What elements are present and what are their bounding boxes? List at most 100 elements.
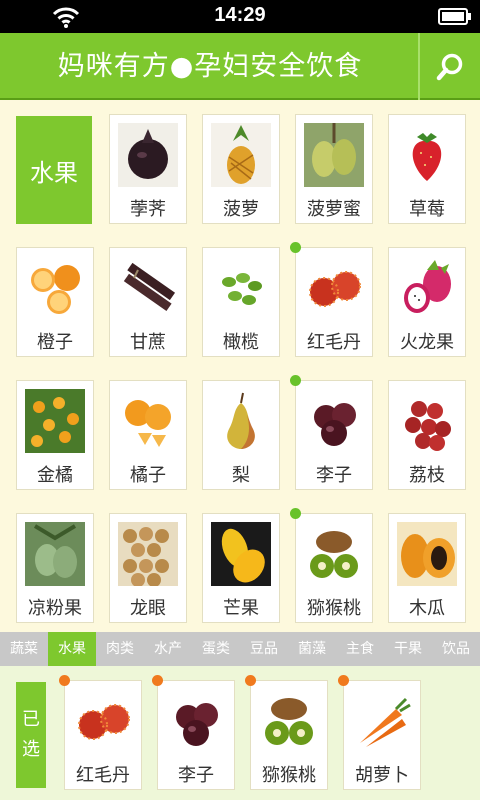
strawberry-image bbox=[397, 123, 457, 187]
search-icon bbox=[436, 53, 463, 80]
selected-marker-dot bbox=[290, 375, 301, 386]
kiwi-image bbox=[304, 522, 364, 586]
tab-0[interactable]: 蔬菜 bbox=[0, 632, 48, 666]
food-name: 橙子 bbox=[37, 332, 73, 353]
food-name: 甘蔗 bbox=[130, 332, 166, 353]
food-name: 猕猴桃 bbox=[307, 598, 361, 619]
rambutan-image bbox=[73, 689, 133, 753]
selected-marker-dot bbox=[59, 675, 70, 686]
app-header: 妈咪有方●孕妇安全饮食 bbox=[0, 33, 480, 100]
food-card[interactable]: 猕猴桃 bbox=[295, 513, 373, 623]
food-card[interactable]: 橙子 bbox=[16, 247, 94, 357]
papaya-image bbox=[397, 522, 457, 586]
food-name: 橘子 bbox=[130, 465, 166, 486]
food-name: 红毛丹 bbox=[76, 765, 130, 786]
food-name: 胡萝卜 bbox=[355, 765, 409, 786]
food-card[interactable]: 荸荠 bbox=[109, 114, 187, 224]
selected-food-card[interactable]: 李子 bbox=[157, 680, 235, 790]
food-card[interactable]: 菠萝蜜 bbox=[295, 114, 373, 224]
dragon-fruit-image bbox=[397, 256, 457, 320]
food-name: 红毛丹 bbox=[307, 332, 361, 353]
food-name: 荸荠 bbox=[130, 199, 166, 220]
tab-9[interactable]: 饮品 bbox=[432, 632, 480, 666]
selected-marker-dot bbox=[290, 242, 301, 253]
tab-6[interactable]: 菌藻 bbox=[288, 632, 336, 666]
food-name: 菠萝蜜 bbox=[307, 199, 361, 220]
status-time: 14:29 bbox=[214, 4, 266, 26]
tangerine-image bbox=[118, 389, 178, 453]
selected-marker-dot bbox=[338, 675, 349, 686]
selected-food-card[interactable]: 胡萝卜 bbox=[343, 680, 421, 790]
selected-food-card[interactable]: 红毛丹 bbox=[64, 680, 142, 790]
food-card[interactable]: 荔枝 bbox=[388, 380, 466, 490]
tab-4[interactable]: 蛋类 bbox=[192, 632, 240, 666]
rambutan-image bbox=[304, 256, 364, 320]
food-card[interactable]: 火龙果 bbox=[388, 247, 466, 357]
kumquat-image bbox=[25, 389, 85, 453]
page-title: 妈咪有方●孕妇安全饮食 bbox=[57, 51, 363, 82]
battery-icon bbox=[438, 8, 471, 25]
food-card[interactable]: 李子 bbox=[295, 380, 373, 490]
food-card[interactable]: 金橘 bbox=[16, 380, 94, 490]
food-name: 芒果 bbox=[223, 598, 259, 619]
jackfruit-image bbox=[304, 123, 364, 187]
tab-8[interactable]: 干果 bbox=[384, 632, 432, 666]
selected-marker-dot bbox=[290, 508, 301, 519]
food-card[interactable]: 橄榄 bbox=[202, 247, 280, 357]
selected-food-card[interactable]: 猕猴桃 bbox=[250, 680, 328, 790]
orange-image bbox=[25, 256, 85, 320]
food-name: 金橘 bbox=[37, 465, 73, 486]
selected-label: 已 选 bbox=[16, 682, 46, 788]
food-name: 李子 bbox=[178, 765, 214, 786]
kiwi-image bbox=[259, 689, 319, 753]
carrot-image bbox=[352, 689, 412, 753]
food-name: 草莓 bbox=[409, 199, 445, 220]
food-card[interactable]: 龙眼 bbox=[109, 513, 187, 623]
tab-5[interactable]: 豆品 bbox=[240, 632, 288, 666]
food-card[interactable]: 草莓 bbox=[388, 114, 466, 224]
jelly-fig-image bbox=[25, 522, 85, 586]
selected-tray: 已 选 红毛丹 李子 猕猴桃 胡萝卜 bbox=[0, 666, 480, 800]
food-card[interactable]: 甘蔗 bbox=[109, 247, 187, 357]
food-name: 荔枝 bbox=[409, 465, 445, 486]
plum-image bbox=[304, 389, 364, 453]
tab-1[interactable]: 水果 bbox=[48, 632, 96, 666]
food-name: 梨 bbox=[232, 465, 250, 486]
food-card[interactable]: 橘子 bbox=[109, 380, 187, 490]
plum-image bbox=[166, 689, 226, 753]
food-card[interactable]: 梨 bbox=[202, 380, 280, 490]
food-card[interactable]: 凉粉果 bbox=[16, 513, 94, 623]
lychee-image bbox=[397, 389, 457, 453]
longan-image bbox=[118, 522, 178, 586]
food-name: 菠萝 bbox=[223, 199, 259, 220]
food-name: 橄榄 bbox=[223, 332, 259, 353]
food-name: 火龙果 bbox=[400, 332, 454, 353]
food-name: 李子 bbox=[316, 465, 352, 486]
tab-3[interactable]: 水产 bbox=[144, 632, 192, 666]
food-card[interactable]: 木瓜 bbox=[388, 513, 466, 623]
food-card[interactable]: 芒果 bbox=[202, 513, 280, 623]
selected-label-char: 已 bbox=[22, 709, 40, 730]
selected-label-char: 选 bbox=[22, 739, 40, 760]
pineapple-image bbox=[211, 123, 271, 187]
food-name: 龙眼 bbox=[130, 598, 166, 619]
olive-image bbox=[211, 256, 271, 320]
food-name: 木瓜 bbox=[409, 598, 445, 619]
selected-marker-dot bbox=[152, 675, 163, 686]
tab-2[interactable]: 肉类 bbox=[96, 632, 144, 666]
food-card[interactable]: 红毛丹 bbox=[295, 247, 373, 357]
food-grid: 水果 荸荠 菠萝 菠萝蜜 草莓橙子 甘蔗 橄榄 红毛丹 火龙果金橘 橘子 梨 李子 荔枝凉粉果 龙眼 芒果… bbox=[0, 100, 480, 632]
food-card[interactable]: 菠萝 bbox=[202, 114, 280, 224]
category-label: 水果 bbox=[16, 116, 92, 224]
tab-7[interactable]: 主食 bbox=[336, 632, 384, 666]
selected-marker-dot bbox=[245, 675, 256, 686]
sugarcane-image bbox=[118, 256, 178, 320]
water-chestnut-image bbox=[118, 123, 178, 187]
category-tabs: 蔬菜 水果 肉类 水产 蛋类 豆品 菌藻 主食 干果 饮品 bbox=[0, 632, 480, 666]
food-name: 猕猴桃 bbox=[262, 765, 316, 786]
food-name: 凉粉果 bbox=[28, 598, 82, 619]
mango-image bbox=[211, 522, 271, 586]
pear-image bbox=[211, 389, 271, 453]
search-button[interactable] bbox=[420, 33, 480, 100]
status-bar: 14:29 bbox=[0, 0, 480, 33]
